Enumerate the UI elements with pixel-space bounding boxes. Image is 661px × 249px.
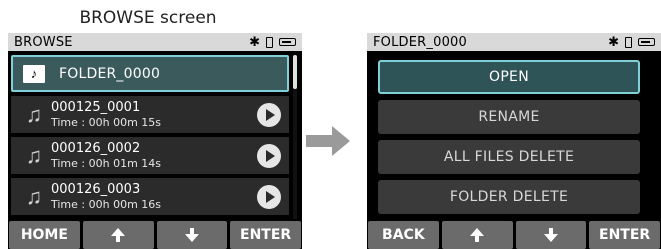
enter-button[interactable]: ENTER: [589, 221, 660, 249]
down-button[interactable]: [515, 221, 587, 249]
list-item[interactable]: ♫ 000125_0001 Time : 00h 00m 15s: [11, 96, 289, 133]
file-name: 000126_0002: [51, 140, 141, 156]
browse-screen-caption: BROWSE screen: [79, 8, 217, 28]
phone-icon: [625, 36, 632, 48]
title-bar: BROWSE ✱: [8, 33, 302, 51]
back-button[interactable]: BACK: [368, 221, 439, 249]
menu-item-open[interactable]: OPEN: [378, 60, 640, 94]
title-bar: FOLDER_0000 ✱: [367, 33, 661, 51]
screen-title: BROWSE: [14, 34, 73, 50]
menu-item-all-files-delete[interactable]: ALL FILES DELETE: [378, 140, 640, 174]
folder-row[interactable]: ♪ FOLDER_0000: [11, 55, 289, 92]
arrow-up-icon: [470, 228, 485, 242]
bluetooth-icon: ✱: [608, 34, 619, 50]
music-note-icon: ♫: [25, 183, 43, 209]
arrow-down-icon: [184, 228, 199, 242]
battery-icon: [638, 38, 655, 46]
menu-item-rename[interactable]: RENAME: [378, 100, 640, 134]
file-time: Time : 00h 00m 15s: [51, 115, 162, 129]
file-time: Time : 00h 01m 14s: [51, 156, 162, 170]
status-icons: ✱: [249, 36, 296, 49]
play-icon[interactable]: [257, 184, 281, 209]
list-item[interactable]: ♫ 000126_0002 Time : 00h 01m 14s: [11, 137, 289, 174]
home-button[interactable]: HOME: [9, 221, 80, 249]
scrollbar[interactable]: [293, 55, 297, 219]
file-list: ♪ FOLDER_0000 ♫ 000125_0001 Time : 00h 0…: [8, 55, 302, 219]
button-bar: BACK ENTER: [367, 221, 661, 249]
arrow-down-icon: [543, 228, 558, 242]
down-button[interactable]: [156, 221, 228, 249]
file-time: Time : 00h 00m 16s: [51, 197, 162, 211]
enter-button[interactable]: ENTER: [230, 221, 301, 249]
folder-label: FOLDER_0000: [59, 65, 161, 82]
scroll-thumb[interactable]: [293, 55, 297, 89]
file-name: 000125_0001: [51, 99, 141, 115]
folder-menu-screen: FOLDER_0000 ✱ OPEN RENAME ALL FILES DELE…: [367, 33, 661, 249]
play-icon[interactable]: [257, 102, 281, 127]
right-arrow-icon: [306, 126, 350, 156]
arrow-up-icon: [111, 228, 126, 242]
music-note-icon: ♫: [25, 142, 43, 168]
list-item[interactable]: ♫ 000126_0003 Time : 00h 00m 16s: [11, 178, 289, 215]
file-name: 000126_0003: [51, 181, 141, 197]
folder-music-icon: ♪: [23, 64, 45, 83]
screen-title: FOLDER_0000: [373, 34, 467, 50]
status-icons: ✱: [608, 36, 655, 49]
browse-screen: BROWSE ✱ ♪ FOLDER_0000 ♫ 000125_0001 Tim…: [8, 33, 302, 249]
bluetooth-icon: ✱: [249, 34, 260, 50]
battery-icon: [279, 38, 296, 46]
button-bar: HOME ENTER: [8, 221, 302, 249]
up-button[interactable]: [82, 221, 154, 249]
phone-icon: [266, 36, 273, 48]
music-note-icon: ♫: [25, 101, 43, 127]
play-icon[interactable]: [257, 143, 281, 168]
menu-item-folder-delete[interactable]: FOLDER DELETE: [378, 180, 640, 214]
up-button[interactable]: [441, 221, 513, 249]
